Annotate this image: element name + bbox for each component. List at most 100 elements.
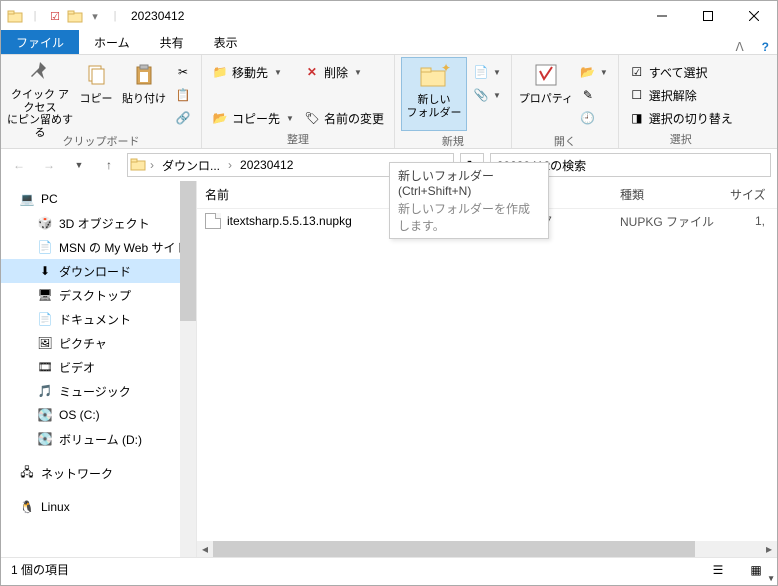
tab-view[interactable]: 表示 — [199, 30, 253, 54]
tree-item[interactable]: 🎞ビデオ — [1, 355, 196, 379]
tree-item[interactable]: 📄ドキュメント — [1, 307, 196, 331]
tree-item[interactable]: 🎲3D オブジェクト — [1, 211, 196, 235]
breadcrumb-sep-icon[interactable]: › — [150, 158, 154, 172]
open-button[interactable]: 📂▼ — [576, 61, 612, 83]
ribbon-group-new: ✦ 新しい フォルダー 📄▼ 📎▼ 新規 — [395, 55, 512, 148]
desk-icon: 🖥 — [37, 287, 53, 303]
folder-icon — [130, 156, 146, 175]
tree-network[interactable]: 🖧 ネットワーク — [1, 461, 196, 485]
nav-tree[interactable]: 💻 PC 🎲3D オブジェクト📄MSN の My Web サイト⬇ダウンロード🖥… — [1, 181, 197, 557]
maximize-button[interactable] — [685, 1, 731, 31]
path-icon: 📋 — [175, 87, 191, 103]
scrollbar-thumb[interactable] — [180, 181, 196, 321]
svg-text:✦: ✦ — [441, 62, 450, 75]
h-scrollbar[interactable]: ◂ ▸ — [197, 541, 777, 557]
linux-icon: 🐧 — [19, 499, 35, 515]
tree-item[interactable]: 📄MSN の My Web サイト — [1, 235, 196, 259]
tree-pc[interactable]: 💻 PC — [1, 187, 196, 211]
group-label: 開く — [518, 131, 612, 151]
tooltip-desc: 新しいフォルダーを作成します。 — [398, 200, 540, 234]
paste-icon — [128, 59, 160, 91]
network-icon: 🖧 — [19, 465, 35, 481]
properties-icon — [530, 59, 562, 91]
pc-icon: 💻 — [19, 191, 35, 207]
properties-button[interactable]: プロパティ ▼ — [518, 57, 574, 131]
qat-check-icon[interactable]: ☑ — [47, 8, 63, 24]
newfolder-icon: ✦ — [418, 60, 450, 92]
divider-icon: | — [27, 8, 43, 24]
edit-button[interactable]: ✎ — [576, 84, 612, 106]
back-button[interactable]: ← — [7, 153, 31, 177]
view-details-button[interactable]: ☰ — [707, 559, 729, 581]
chevron-down-icon: ▼ — [767, 574, 775, 583]
cut-button[interactable]: ✂ — [171, 61, 195, 83]
paste-shortcut-button[interactable]: 🔗 — [171, 107, 195, 129]
tab-share[interactable]: 共有 — [145, 30, 199, 54]
breadcrumb-seg[interactable]: ダウンロ... — [158, 157, 224, 174]
close-button[interactable] — [731, 1, 777, 31]
new-folder-button[interactable]: ✦ 新しい フォルダー — [401, 57, 467, 131]
scroll-right-button[interactable]: ▸ — [761, 541, 777, 557]
pic-icon: 🖼 — [37, 335, 53, 351]
copy-icon — [80, 59, 112, 91]
selectall-icon: ☑ — [629, 64, 645, 80]
select-none-button[interactable]: ☐選択解除 — [625, 84, 737, 106]
rename-button[interactable]: 🏷名前の変更 — [300, 107, 388, 129]
recent-button[interactable]: ▼ — [67, 153, 91, 177]
copyto-icon: 📂 — [212, 110, 228, 126]
group-label: 整理 — [208, 129, 388, 149]
folder-icon — [67, 8, 83, 24]
tooltip-title: 新しいフォルダー (Ctrl+Shift+N) — [398, 167, 540, 198]
copy-to-button[interactable]: 📂コピー先▼ — [208, 107, 298, 129]
scrollbar-thumb[interactable] — [213, 541, 695, 557]
help-icon[interactable]: ? — [754, 40, 777, 54]
tree-item[interactable]: 💽OS (C:) — [1, 403, 196, 427]
shortcut-icon: 🔗 — [175, 110, 191, 126]
invert-icon: ◨ — [629, 110, 645, 126]
open-icon: 📂 — [580, 64, 596, 80]
up-button[interactable]: ↑ — [97, 153, 121, 177]
doc-icon: 📄 — [37, 311, 53, 327]
tree-item[interactable]: 🖥デスクトップ — [1, 283, 196, 307]
tab-home[interactable]: ホーム — [79, 30, 145, 54]
col-size[interactable]: サイズ — [722, 186, 777, 203]
cube-icon: 🎲 — [37, 215, 53, 231]
breadcrumb-seg[interactable]: 20230412 — [236, 158, 297, 172]
tree-scrollbar[interactable] — [180, 181, 196, 557]
ribbon-group-select: ☑すべて選択 ☐選択解除 ◨選択の切り替え 選択 — [619, 55, 743, 148]
col-type[interactable]: 種類 — [612, 186, 722, 203]
tree-item[interactable]: 🖼ピクチャ — [1, 331, 196, 355]
scissors-icon: ✂ — [175, 64, 191, 80]
ribbon-tabs: ファイル ホーム 共有 表示 ᐱ ? — [1, 31, 777, 55]
breadcrumb-sep-icon[interactable]: › — [228, 158, 232, 172]
down-icon: ⬇ — [37, 263, 53, 279]
scroll-left-button[interactable]: ◂ — [197, 541, 213, 557]
qat-dropdown-icon[interactable]: ▾ — [87, 8, 103, 24]
ribbon-group-clipboard: クイック アクセス にピン留めする コピー 貼り付け ▼ ✂ 📋 🔗 クリップボ… — [1, 55, 202, 148]
tree-item[interactable]: ⬇ダウンロード — [1, 259, 196, 283]
tree-linux[interactable]: 🐧 Linux — [1, 495, 196, 519]
copy-button[interactable]: コピー — [75, 57, 117, 131]
tab-file[interactable]: ファイル — [1, 30, 79, 54]
ribbon-collapse-button[interactable]: ᐱ — [725, 40, 753, 54]
tree-item[interactable]: 🎵ミュージック — [1, 379, 196, 403]
delete-icon: ✕ — [304, 64, 320, 80]
paste-button[interactable]: 貼り付け ▼ — [119, 57, 169, 131]
select-all-button[interactable]: ☑すべて選択 — [625, 61, 737, 83]
easy-access-button[interactable]: 📎▼ — [469, 84, 505, 106]
minimize-button[interactable] — [639, 1, 685, 31]
file-icon — [205, 213, 221, 229]
delete-button[interactable]: ✕削除▼ — [300, 61, 388, 83]
forward-button[interactable]: → — [37, 153, 61, 177]
easyaccess-icon: 📎 — [473, 87, 489, 103]
view-large-button[interactable]: ▦ — [745, 559, 767, 581]
move-to-button[interactable]: 📁移動先▼ — [208, 61, 298, 83]
new-item-button[interactable]: 📄▼ — [469, 61, 505, 83]
copy-path-button[interactable]: 📋 — [171, 84, 195, 106]
invert-selection-button[interactable]: ◨選択の切り替え — [625, 107, 737, 129]
tree-item[interactable]: 💽ボリューム (D:) — [1, 427, 196, 451]
ribbon-group-open: プロパティ ▼ 📂▼ ✎ 🕘 開く — [512, 55, 619, 148]
history-button[interactable]: 🕘 — [576, 107, 612, 129]
selectnone-icon: ☐ — [629, 87, 645, 103]
pin-quickaccess-button[interactable]: クイック アクセス にピン留めする — [7, 57, 73, 131]
